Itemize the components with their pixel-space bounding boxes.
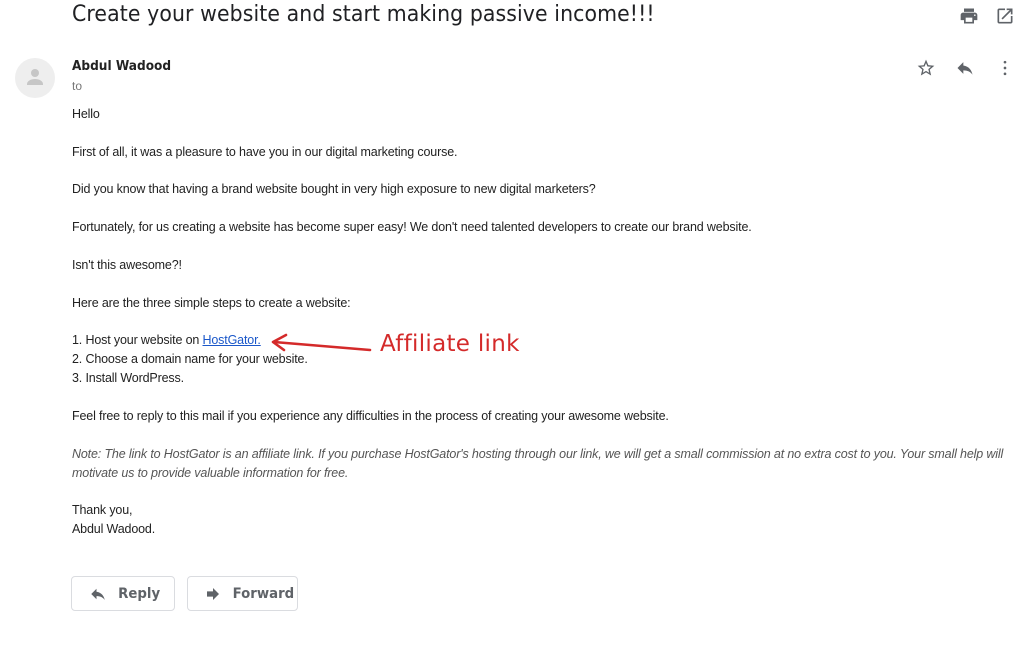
step-1: 1. Host your website on HostGator. [72,333,261,347]
forward-button[interactable]: Forward [187,576,298,611]
step-3: 3. Install WordPress. [72,371,184,385]
paragraph-5: Here are the three simple steps to creat… [72,296,351,310]
sender-name: Abdul Wadood [72,58,172,74]
person-icon [27,69,43,85]
annotation-arrow-icon [271,333,372,352]
more-vert-icon[interactable] [995,58,1015,78]
reply-icon[interactable] [955,58,975,78]
paragraph-4: Isn't this awesome?! [72,258,182,272]
reply-icon [91,588,105,600]
open-in-new-window-icon[interactable] [995,6,1015,26]
reply-button[interactable]: Reply [71,576,175,611]
paragraph-1: First of all, it was a pleasure to have … [72,145,458,159]
affiliate-link-annotation: Affiliate link [380,331,520,357]
paragraph-3: Fortunately, for us creating a website h… [72,220,752,234]
forward-label: Forward [232,585,295,602]
recipient-label[interactable]: to [72,79,82,93]
email-subject: Create your website and start making pas… [72,2,655,27]
reply-label: Reply [118,585,161,602]
forward-arrow-icon [207,587,219,600]
signature: Abdul Wadood. [72,522,156,536]
affiliate-note: Note: The link to HostGator is an affili… [72,447,1004,480]
avatar [15,58,55,98]
closing: Thank you, [72,503,133,517]
step-1-text: 1. Host your website on [72,333,203,347]
star-icon[interactable] [916,58,936,78]
print-icon[interactable] [959,6,979,26]
greeting: Hello [72,107,100,121]
paragraph-6: Feel free to reply to this mail if you e… [72,409,669,423]
paragraph-2: Did you know that having a brand website… [72,182,596,196]
hostgator-affiliate-link[interactable]: HostGator. [203,333,261,347]
